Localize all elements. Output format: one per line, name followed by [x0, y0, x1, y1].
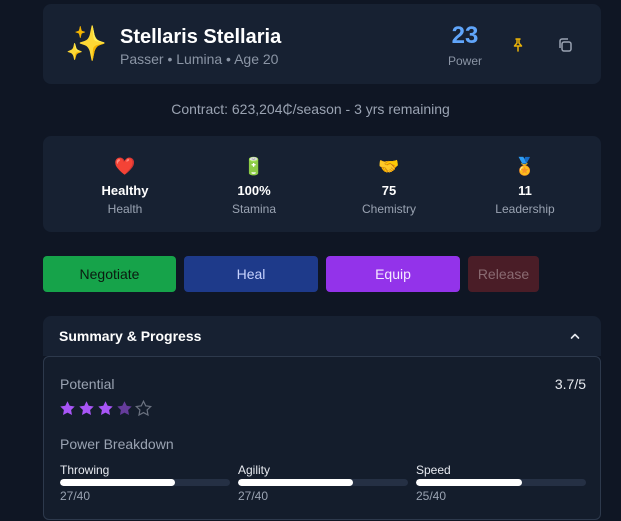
negotiate-button[interactable]: Negotiate [43, 256, 176, 292]
star-icon [79, 401, 94, 415]
medal-icon: 🏅 [514, 157, 536, 176]
breakdown-name: Agility [238, 463, 271, 477]
power-value: 23 [451, 22, 479, 49]
stats-card: ❤️ Healthy Health 🔋 100% Stamina 🤝 75 Ch… [43, 136, 601, 232]
copy-icon [559, 38, 572, 52]
heart-icon: ❤️ [114, 157, 136, 176]
breakdown-value: 25/40 [416, 489, 447, 503]
summary-title: Summary & Progress [59, 328, 202, 344]
heal-button[interactable]: Heal [184, 256, 318, 292]
release-button[interactable]: Release [468, 256, 539, 292]
star-icon [135, 400, 152, 417]
breakdown-name: Throwing [60, 463, 110, 477]
sparkles-icon: ✨ [65, 25, 108, 63]
summary-section-header[interactable]: Summary & Progress [43, 316, 601, 356]
progress-track [416, 479, 586, 486]
star-icon [60, 401, 75, 415]
stat-leadership: 🏅 11 Leadership [465, 156, 585, 216]
stat-stamina: 🔋 100% Stamina [194, 156, 314, 216]
progress-fill [60, 479, 175, 486]
pin-button[interactable] [506, 33, 530, 57]
stat-label: Stamina [231, 202, 277, 216]
progress-fill [238, 479, 353, 486]
breakdown-speed: Speed 25/40 [416, 463, 586, 503]
star-icon [98, 401, 113, 415]
stat-value: 11 [518, 183, 532, 198]
contract-info: Contract: 623,204₵/season - 3 yrs remain… [0, 101, 621, 117]
player-header-card: ✨ Stellaris Stellaria Passer • Lumina • … [43, 4, 601, 84]
stat-label: Health [107, 202, 143, 216]
progress-fill [416, 479, 523, 486]
stat-label: Leadership [495, 202, 555, 216]
chevron-up-icon [570, 333, 580, 339]
star-icon [117, 401, 132, 415]
stat-health: ❤️ Healthy Health [65, 156, 185, 216]
power-breakdown-label: Power Breakdown [60, 436, 174, 452]
progress-track [60, 479, 230, 486]
stat-value: 75 [381, 183, 397, 198]
potential-stars [59, 400, 152, 417]
copy-button[interactable] [553, 33, 577, 57]
breakdown-agility: Agility 27/40 [238, 463, 408, 503]
progress-track [238, 479, 408, 486]
potential-value: 3.7/5 [554, 376, 586, 392]
equip-button[interactable]: Equip [326, 256, 460, 292]
player-name: Stellaris Stellaria [120, 26, 282, 48]
breakdown-value: 27/40 [238, 489, 269, 503]
breakdown-name: Speed [416, 463, 451, 477]
collapse-button[interactable] [565, 326, 585, 346]
potential-label: Potential [60, 376, 115, 392]
stat-value: 100% [237, 183, 271, 198]
contract-text: Contract: 623,204₵/season - 3 yrs remain… [171, 101, 450, 117]
summary-panel: Potential 3.7/5 Power Breakdown Throwing… [43, 356, 601, 520]
stat-value: Healthy [101, 183, 149, 198]
breakdown-value: 27/40 [60, 489, 91, 503]
stat-chemistry: 🤝 75 Chemistry [329, 156, 449, 216]
stat-label: Chemistry [361, 202, 416, 216]
pin-icon [513, 38, 523, 52]
battery-icon: 🔋 [243, 157, 265, 176]
power-label: Power [447, 54, 482, 68]
breakdown-throwing: Throwing 27/40 [60, 463, 230, 503]
player-subtitle: Passer • Lumina • Age 20 [120, 51, 279, 67]
handshake-icon: 🤝 [378, 157, 400, 176]
